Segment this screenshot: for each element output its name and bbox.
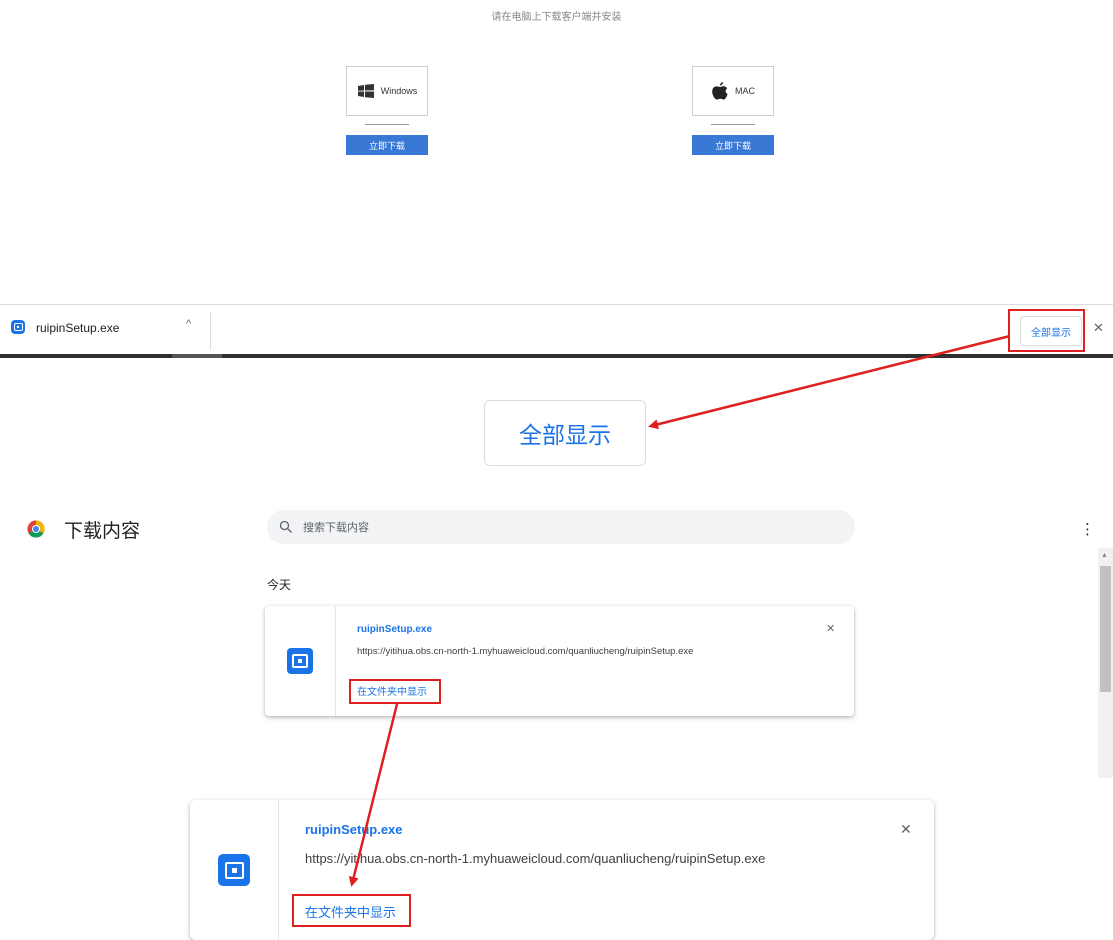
windows-label: Windows — [380, 86, 418, 96]
close-icon[interactable]: ✕ — [1093, 320, 1104, 336]
date-group-label: 今天 — [267, 578, 292, 592]
highlight-box — [1008, 309, 1085, 352]
search-bar[interactable]: 搜索下载内容 — [267, 510, 855, 544]
mac-card: MAC — [692, 66, 774, 116]
scroll-up-icon[interactable]: ▲ — [1101, 552, 1108, 559]
chrome-logo-icon — [27, 520, 45, 543]
download-shelf: ruipinSetup.exe ^ — [0, 304, 1113, 355]
windows-card: Windows — [346, 66, 428, 116]
highlight-box — [349, 679, 441, 704]
shelf-filename[interactable]: ruipinSetup.exe — [36, 321, 119, 335]
zoomed-remove-icon[interactable]: ✕ — [900, 821, 912, 838]
download-filename[interactable]: ruipinSetup.exe — [357, 624, 432, 635]
windows-download-button[interactable]: 立即下载 — [346, 135, 428, 155]
mac-label: MAC — [735, 86, 755, 96]
scrollbar[interactable]: ▲ — [1098, 548, 1113, 778]
divider — [365, 124, 409, 125]
download-item-icon-area — [265, 606, 336, 716]
download-url[interactable]: https://yitihua.obs.cn-north-1.myhuaweic… — [357, 646, 693, 657]
downloads-title: 下载内容 — [64, 521, 141, 542]
file-icon — [287, 648, 313, 674]
zoomed-url[interactable]: https://yitihua.obs.cn-north-1.myhuaweic… — [305, 851, 765, 866]
zoomed-icon-area — [190, 800, 279, 940]
scrollbar-thumb[interactable] — [1100, 566, 1111, 692]
shelf-separator — [210, 312, 211, 350]
file-icon — [11, 320, 25, 334]
file-icon — [218, 854, 250, 886]
highlight-box — [292, 894, 411, 927]
chevron-up-icon[interactable]: ^ — [186, 318, 191, 330]
divider — [711, 124, 755, 125]
remove-icon[interactable]: ✕ — [826, 622, 835, 635]
mac-download-button[interactable]: 立即下载 — [692, 135, 774, 155]
download-hint: 请在电脑上下载客户端并安装 — [491, 12, 622, 23]
annotation-arrows — [348, 334, 1011, 887]
search-input[interactable]: 搜索下载内容 — [303, 519, 369, 535]
mac-download-block: MAC 立即下载 — [692, 66, 774, 155]
more-menu-icon[interactable]: ⋮ — [1080, 520, 1095, 538]
search-icon — [279, 520, 292, 533]
shelf-bottom-bar — [0, 354, 1113, 358]
apple-logo-icon — [712, 82, 728, 100]
windows-download-block: Windows 立即下载 — [346, 66, 428, 155]
show-all-callout: 全部显示 — [484, 400, 646, 466]
zoomed-filename[interactable]: ruipinSetup.exe — [305, 822, 403, 837]
windows-logo-icon — [357, 84, 374, 98]
